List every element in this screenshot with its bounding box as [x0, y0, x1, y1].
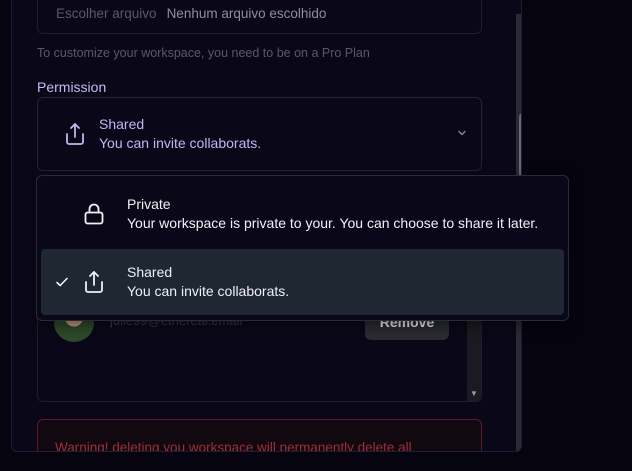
share-icon	[79, 270, 109, 294]
option-description: Your workspace is private to your. You c…	[127, 215, 539, 231]
file-input[interactable]: Escolher arquivo Nenhum arquivo escolhid…	[37, 0, 482, 34]
checkmark-icon	[47, 276, 77, 288]
danger-zone: Warning! deleting you workspace will per…	[37, 419, 482, 452]
chevron-down-icon	[457, 128, 467, 138]
option-title: Shared	[127, 264, 173, 280]
scroll-up-arrow-icon[interactable]: ▲	[516, 16, 522, 30]
delete-warning-text: Warning! deleting you workspace will per…	[55, 440, 412, 452]
scroll-down-arrow-icon[interactable]: ▼	[516, 435, 522, 449]
dropdown-option-shared[interactable]: Shared You can invite collaborats.	[41, 249, 564, 315]
permission-dropdown-menu: Private Your workspace is private to you…	[36, 175, 569, 321]
option-description: You can invite collaborats.	[127, 283, 290, 299]
lock-icon	[79, 202, 109, 226]
choose-file-button[interactable]: Escolher arquivo	[56, 6, 157, 21]
scroll-down-arrow-icon[interactable]: ▼	[470, 389, 478, 398]
dropdown-option-private[interactable]: Private Your workspace is private to you…	[41, 181, 564, 247]
selected-option-description: You can invite collaborats.	[99, 135, 262, 151]
permission-label: Permission	[37, 79, 107, 95]
file-status-text: Nenhum arquivo escolhido	[166, 6, 327, 21]
pro-plan-hint: To customize your workspace, you need to…	[37, 46, 370, 60]
share-icon	[55, 122, 95, 146]
option-title: Private	[127, 196, 171, 212]
permission-select[interactable]: Shared You can invite collaborats.	[37, 97, 482, 171]
selected-option-title: Shared	[99, 116, 145, 132]
